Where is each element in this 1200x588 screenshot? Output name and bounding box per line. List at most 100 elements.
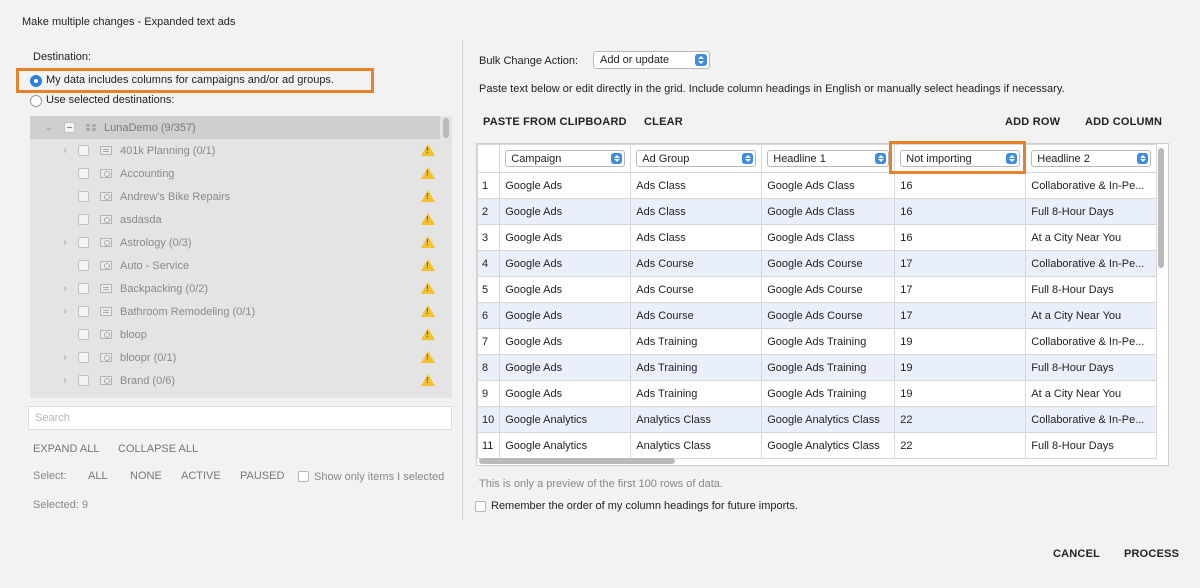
paste-from-clipboard-button[interactable]: PASTE FROM CLIPBOARD xyxy=(483,116,627,128)
radio-selected-destinations-label[interactable]: Use selected destinations: xyxy=(46,94,174,106)
grid-cell[interactable]: Full 8-Hour Days xyxy=(1025,354,1158,381)
radio-selected-destinations[interactable] xyxy=(30,95,42,107)
chevron-right-icon[interactable]: › xyxy=(60,352,70,363)
clear-button[interactable]: CLEAR xyxy=(644,116,683,128)
add-row-button[interactable]: ADD ROW xyxy=(1005,116,1060,128)
show-only-selected-checkbox[interactable] xyxy=(298,471,309,482)
tree-checkbox[interactable] xyxy=(64,122,75,133)
grid-cell[interactable]: Google Ads Course xyxy=(761,276,896,303)
add-column-button[interactable]: ADD COLUMN xyxy=(1085,116,1162,128)
grid-cell[interactable]: At a City Near You xyxy=(1025,380,1158,407)
grid-cell[interactable]: Ads Class xyxy=(630,224,763,251)
tree-item[interactable]: › Backpacking (0/2) xyxy=(30,277,440,300)
grid-cell[interactable]: Full 8-Hour Days xyxy=(1025,432,1158,459)
grid-cell[interactable]: 16 xyxy=(894,172,1027,199)
tree-search-input[interactable]: Search xyxy=(28,406,452,430)
select-active-button[interactable]: ACTIVE xyxy=(181,470,221,482)
grid-cell[interactable]: Full 8-Hour Days xyxy=(1025,198,1158,225)
grid-cell[interactable]: Ads Training xyxy=(630,380,763,407)
select-none-button[interactable]: NONE xyxy=(130,470,162,482)
grid-cell[interactable]: Ads Training xyxy=(630,328,763,355)
grid-cell[interactable]: Google Ads Training xyxy=(761,354,896,381)
grid-cell[interactable]: 19 xyxy=(894,328,1027,355)
radio-columns-label[interactable]: My data includes columns for campaigns a… xyxy=(46,74,334,86)
grid-cell[interactable]: Google Ads xyxy=(499,380,632,407)
grid-cell[interactable]: Google Ads xyxy=(499,328,632,355)
radio-columns[interactable] xyxy=(30,75,42,87)
tree-checkbox[interactable] xyxy=(78,237,89,248)
grid-cell[interactable]: Google Ads xyxy=(499,276,632,303)
tree-item[interactable]: › bloopr (0/1) xyxy=(30,346,440,369)
grid-cell[interactable]: 17 xyxy=(894,250,1027,277)
tree-item[interactable]: › Brand (0/6) xyxy=(30,369,440,392)
chevron-down-icon[interactable]: ⌄ xyxy=(44,122,54,133)
chevron-right-icon[interactable]: › xyxy=(60,306,70,317)
remember-order-checkbox[interactable] xyxy=(475,501,486,512)
tree-checkbox[interactable] xyxy=(78,283,89,294)
grid-cell[interactable]: Google Ads Course xyxy=(761,250,896,277)
grid-cell[interactable]: Ads Class xyxy=(630,198,763,225)
cancel-button[interactable]: CANCEL xyxy=(1053,548,1100,560)
grid-cell[interactable]: Google Ads xyxy=(499,198,632,225)
grid-cell[interactable]: Ads Course xyxy=(630,250,763,277)
collapse-all-button[interactable]: COLLAPSE ALL xyxy=(118,443,198,455)
tree-checkbox[interactable] xyxy=(78,214,89,225)
chevron-right-icon[interactable]: › xyxy=(60,283,70,294)
grid-cell[interactable]: Analytics Class xyxy=(630,432,763,459)
process-button[interactable]: PROCESS xyxy=(1124,548,1179,560)
grid-cell[interactable]: Google Ads Training xyxy=(761,380,896,407)
grid-horizontal-scrollbar[interactable] xyxy=(479,458,675,464)
chevron-right-icon[interactable]: › xyxy=(60,145,70,156)
grid-cell[interactable]: 16 xyxy=(894,198,1027,225)
grid-cell[interactable]: Google Ads Course xyxy=(761,302,896,329)
column-heading-select[interactable]: Headline 2 xyxy=(1031,150,1152,167)
grid-cell[interactable]: Google Ads xyxy=(499,224,632,251)
bulk-action-select[interactable]: Add or update xyxy=(593,51,710,69)
tree-item[interactable]: Accounting xyxy=(30,162,440,185)
grid-cell[interactable]: Google Analytics Class xyxy=(761,406,896,433)
column-heading-select[interactable]: Campaign xyxy=(505,150,626,167)
remember-order-label[interactable]: Remember the order of my column headings… xyxy=(491,500,798,512)
grid-cell[interactable]: Full 8-Hour Days xyxy=(1025,276,1158,303)
grid-cell[interactable]: Google Ads xyxy=(499,172,632,199)
tree-checkbox[interactable] xyxy=(78,329,89,340)
expand-all-button[interactable]: EXPAND ALL xyxy=(33,443,99,455)
tree-item-account[interactable]: ⌄ LunaDemo (9/357) xyxy=(30,116,440,139)
grid-cell[interactable]: Google Analytics Class xyxy=(761,432,896,459)
grid-cell[interactable]: 19 xyxy=(894,354,1027,381)
tree-item[interactable]: asdasda xyxy=(30,208,440,231)
tree-scrollbar[interactable] xyxy=(443,118,449,138)
grid-cell[interactable]: Collaborative & In-Pe... xyxy=(1025,328,1158,355)
column-heading-select[interactable]: Ad Group xyxy=(636,150,757,167)
grid-cell[interactable]: Ads Class xyxy=(630,172,763,199)
tree-item[interactable]: › Bathroom Remodeling (0/1) xyxy=(30,300,440,323)
grid-cell[interactable]: Ads Course xyxy=(630,302,763,329)
grid-cell[interactable]: Collaborative & In-Pe... xyxy=(1025,172,1158,199)
show-only-selected-label[interactable]: Show only items I selected xyxy=(314,471,444,483)
tree-item[interactable]: › 401k Planning (0/1) xyxy=(30,139,440,162)
grid-cell[interactable]: 22 xyxy=(894,432,1027,459)
grid-cell[interactable]: At a City Near You xyxy=(1025,224,1158,251)
tree-checkbox[interactable] xyxy=(78,306,89,317)
chevron-right-icon[interactable]: › xyxy=(60,237,70,248)
tree-checkbox[interactable] xyxy=(78,191,89,202)
tree-checkbox[interactable] xyxy=(78,168,89,179)
grid-cell[interactable]: Google Analytics xyxy=(499,432,632,459)
grid-cell[interactable]: Google Ads Training xyxy=(761,328,896,355)
grid-cell[interactable]: Ads Course xyxy=(630,276,763,303)
tree-item[interactable]: bloop xyxy=(30,323,440,346)
grid-cell[interactable]: 19 xyxy=(894,380,1027,407)
tree-item[interactable]: Auto - Service xyxy=(30,254,440,277)
grid-cell[interactable]: Analytics Class xyxy=(630,406,763,433)
grid-cell[interactable]: Google Ads xyxy=(499,250,632,277)
select-paused-button[interactable]: PAUSED xyxy=(240,470,284,482)
tree-checkbox[interactable] xyxy=(78,260,89,271)
grid-cell[interactable]: Collaborative & In-Pe... xyxy=(1025,406,1158,433)
tree-item[interactable]: › Astrology (0/3) xyxy=(30,231,440,254)
grid-cell[interactable]: At a City Near You xyxy=(1025,302,1158,329)
grid-cell[interactable]: Google Ads Class xyxy=(761,172,896,199)
tree-checkbox[interactable] xyxy=(78,145,89,156)
grid-cell[interactable]: 16 xyxy=(894,224,1027,251)
grid-cell[interactable]: Google Ads Class xyxy=(761,198,896,225)
chevron-right-icon[interactable]: › xyxy=(60,375,70,386)
